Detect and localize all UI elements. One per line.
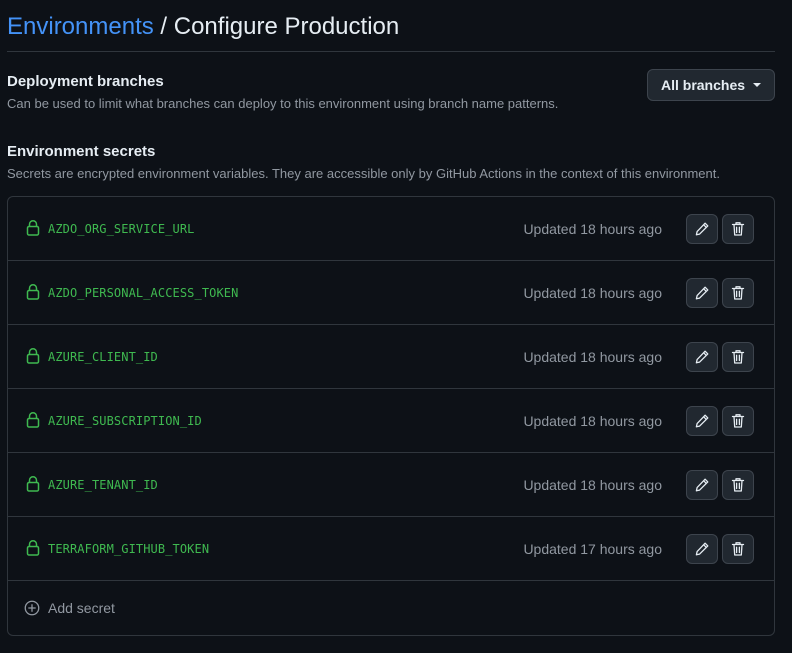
trash-icon — [731, 478, 745, 492]
trash-icon — [731, 350, 745, 364]
pencil-icon — [695, 350, 709, 364]
edit-secret-button[interactable] — [686, 534, 718, 564]
add-secret-button[interactable]: Add secret — [8, 581, 774, 635]
edit-secret-button[interactable] — [686, 214, 718, 244]
edit-secret-button[interactable] — [686, 342, 718, 372]
secret-updated-time: Updated 18 hours ago — [523, 284, 662, 301]
pencil-icon — [695, 286, 709, 300]
page: Environments / Configure Production Depl… — [0, 0, 792, 653]
secret-updated-time: Updated 18 hours ago — [523, 412, 662, 429]
breadcrumb-separator: / — [160, 12, 168, 40]
environment-secrets-section: Environment secrets Secrets are encrypte… — [7, 143, 775, 636]
delete-secret-button[interactable] — [722, 342, 754, 372]
secret-name: AZURE_CLIENT_ID — [48, 349, 158, 364]
delete-secret-button[interactable] — [722, 214, 754, 244]
lock-icon — [26, 347, 40, 364]
lock-icon — [26, 219, 40, 236]
edit-secret-button[interactable] — [686, 470, 718, 500]
secret-name: AZURE_SUBSCRIPTION_ID — [48, 413, 202, 428]
secret-updated-time: Updated 17 hours ago — [523, 540, 662, 557]
environment-secrets-title: Environment secrets — [7, 143, 156, 160]
delete-secret-button[interactable] — [722, 534, 754, 564]
caret-down-icon — [753, 83, 762, 87]
lock-icon — [26, 539, 40, 556]
edit-secret-button[interactable] — [686, 406, 718, 436]
edit-secret-button[interactable] — [686, 278, 718, 308]
pencil-icon — [695, 478, 709, 492]
secret-row: TERRAFORM_GITHUB_TOKEN Updated 17 hours … — [8, 517, 774, 581]
trash-icon — [731, 286, 745, 300]
delete-secret-button[interactable] — [722, 470, 754, 500]
trash-icon — [731, 542, 745, 556]
delete-secret-button[interactable] — [722, 406, 754, 436]
secret-name: AZURE_TENANT_ID — [48, 477, 158, 492]
secret-name: TERRAFORM_GITHUB_TOKEN — [48, 541, 210, 556]
environments-link[interactable]: Environments — [7, 13, 154, 41]
lock-icon — [26, 411, 40, 428]
secret-row: AZDO_ORG_SERVICE_URL Updated 18 hours ag… — [8, 197, 774, 261]
secret-row: AZDO_PERSONAL_ACCESS_TOKEN Updated 18 ho… — [8, 261, 774, 325]
add-secret-label: Add secret — [48, 600, 115, 616]
all-branches-dropdown-button[interactable]: All branches — [647, 69, 775, 101]
page-header: Environments / Configure Production — [7, 0, 775, 52]
secret-updated-time: Updated 18 hours ago — [523, 348, 662, 365]
trash-icon — [731, 414, 745, 428]
lock-icon — [26, 283, 40, 300]
secret-row: AZURE_SUBSCRIPTION_ID Updated 18 hours a… — [8, 389, 774, 453]
secret-updated-time: Updated 18 hours ago — [523, 476, 662, 493]
delete-secret-button[interactable] — [722, 278, 754, 308]
environment-secrets-description: Secrets are encrypted environment variab… — [7, 166, 720, 181]
secret-row: AZURE_CLIENT_ID Updated 18 hours ago — [8, 325, 774, 389]
lock-icon — [26, 475, 40, 492]
page-title: Configure Production — [173, 12, 400, 40]
pencil-icon — [695, 222, 709, 236]
secret-name: AZDO_PERSONAL_ACCESS_TOKEN — [48, 285, 239, 300]
pencil-icon — [695, 414, 709, 428]
deployment-branches-section: Deployment branches Can be used to limit… — [7, 69, 775, 122]
all-branches-label: All branches — [660, 77, 746, 93]
pencil-icon — [695, 542, 709, 556]
secret-row: AZURE_TENANT_ID Updated 18 hours ago — [8, 453, 774, 517]
secrets-list: AZDO_ORG_SERVICE_URL Updated 18 hours ag… — [7, 196, 775, 636]
trash-icon — [731, 222, 745, 236]
secret-updated-time: Updated 18 hours ago — [523, 220, 662, 237]
plus-circle-icon — [24, 600, 40, 616]
secret-name: AZDO_ORG_SERVICE_URL — [48, 221, 195, 236]
